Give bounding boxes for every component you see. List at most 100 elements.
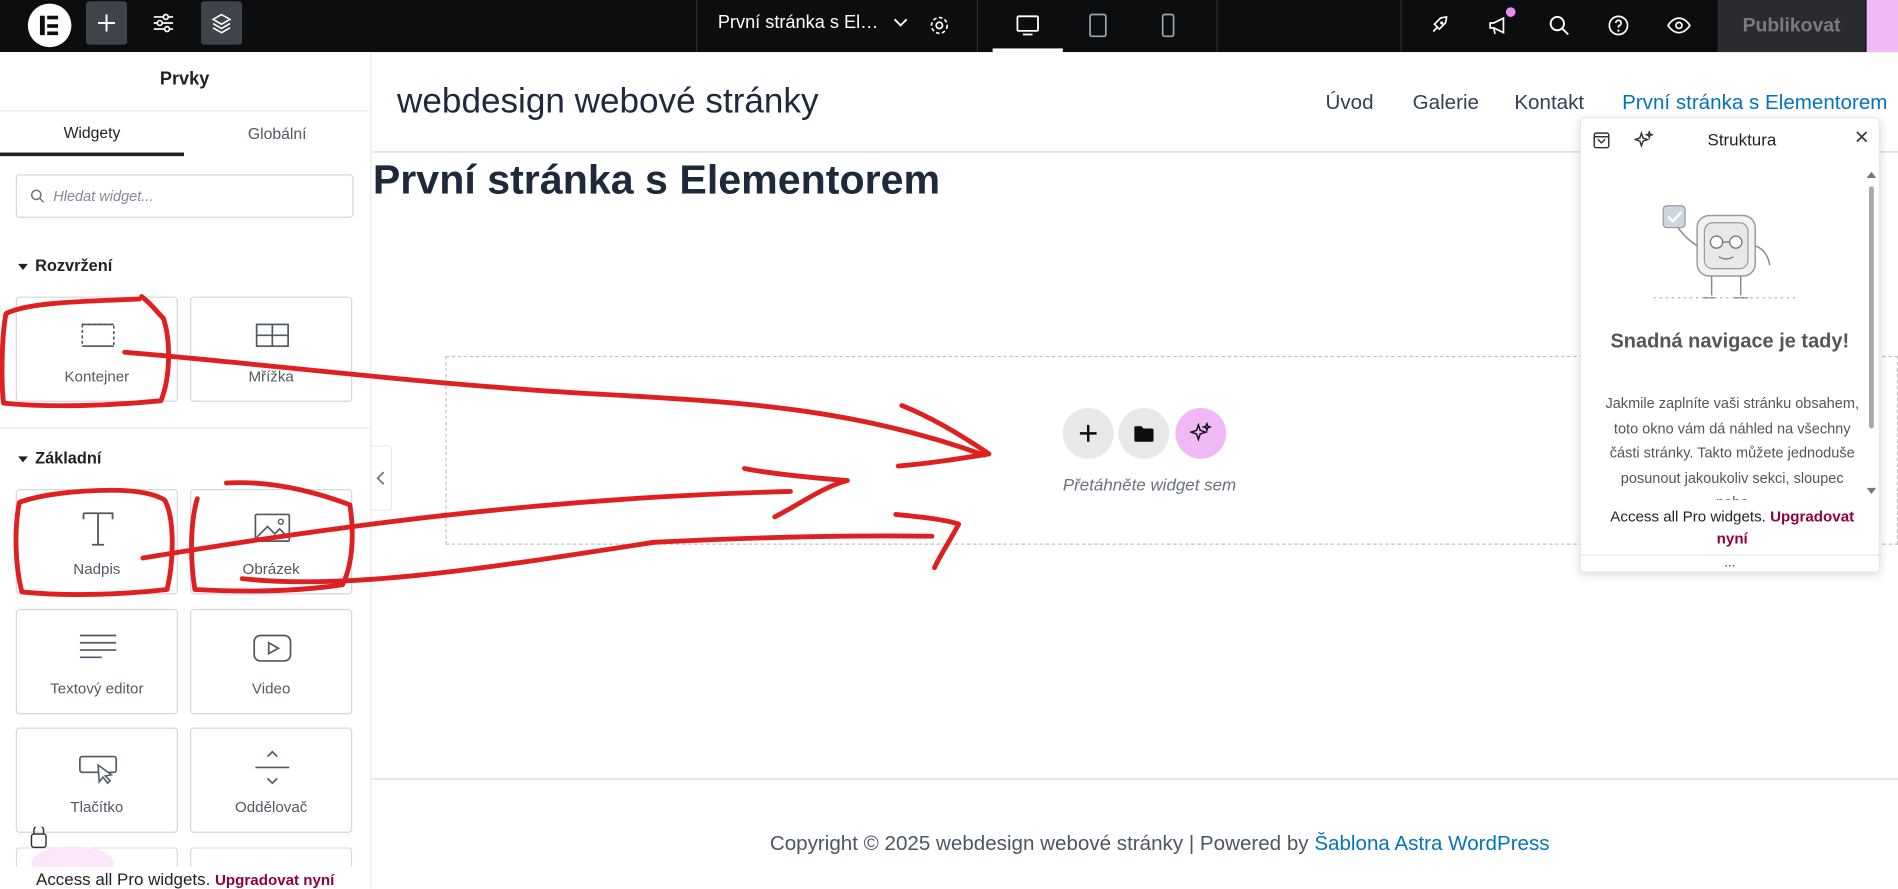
site-settings-button[interactable]: [143, 1, 184, 45]
topbar-divider: [1400, 0, 1402, 53]
widget-label: Kontejner: [64, 367, 130, 385]
finder-button[interactable]: [1539, 4, 1580, 48]
widget-label: Tlačítko: [70, 798, 124, 816]
add-icon: [98, 14, 115, 32]
pro-text: Access all Pro widgets.: [36, 869, 211, 889]
section-basic-label: Základní: [35, 449, 102, 468]
rocket-icon: [1432, 16, 1448, 33]
editor-topbar: První stránka s El… Publikovat: [0, 0, 1898, 53]
tablet-icon: [1089, 13, 1107, 38]
tablet-view-button[interactable]: [1077, 4, 1118, 48]
widget-divider[interactable]: Oddělovač: [190, 727, 353, 833]
search-placeholder: Hledat widget...: [53, 187, 154, 205]
nav-item-home[interactable]: Úvod: [1325, 91, 1373, 115]
widget-container[interactable]: Kontejner: [15, 296, 178, 402]
grid-icon: [255, 323, 289, 348]
search-widget-input[interactable]: Hledat widget...: [15, 174, 354, 218]
navigator-robot-illustration: [1653, 205, 1799, 299]
widget-label: Obrázek: [242, 560, 300, 578]
structure-button[interactable]: [200, 1, 243, 45]
mobile-icon: [1161, 13, 1175, 38]
structure-title: Struktura: [1707, 129, 1777, 149]
structure-body: Jakmile zaplníte vaši stránku obsahem, t…: [1605, 394, 1859, 500]
desktop-view-button[interactable]: [1007, 4, 1048, 48]
chevron-left-icon: [376, 471, 385, 485]
tab-global[interactable]: Globální: [185, 111, 369, 156]
pro-text: Access all Pro widgets.: [1610, 508, 1766, 526]
page-settings-button[interactable]: [919, 4, 960, 48]
structure-heading: Snadná navigace je tady!: [1610, 330, 1850, 353]
search-icon: [1549, 15, 1569, 36]
nav-item-gallery[interactable]: Galerie: [1413, 91, 1479, 115]
pro-banner: Access all Pro widgets. Upgradovat nyní: [0, 866, 371, 889]
search-icon: [30, 189, 45, 203]
upgrade-link[interactable]: Upgradovat nyní: [215, 872, 334, 889]
drop-hint: Přetáhněte widget sem: [1062, 474, 1237, 494]
topbar-divider: [1216, 0, 1218, 53]
notification-dot: [1505, 7, 1516, 17]
settings-sliders-icon: [153, 13, 174, 33]
popup-pro-banner: Access all Pro widgets. Upgradovat nyní: [1598, 506, 1867, 550]
connect-button[interactable]: [1419, 4, 1460, 48]
footer-divider: [372, 778, 1898, 780]
container-icon: [81, 323, 115, 347]
add-icon: [1079, 424, 1097, 442]
publish-options-button[interactable]: [1866, 0, 1898, 53]
widget-heading[interactable]: Nadpis: [15, 489, 178, 595]
widget-image[interactable]: Obrázek: [190, 489, 353, 595]
image-icon: [254, 513, 291, 542]
popup-scrollbar[interactable]: [1866, 169, 1877, 496]
widget-video[interactable]: Video: [190, 608, 353, 715]
section-divider: [0, 427, 370, 429]
page-heading: První stránka s Elementorem: [372, 157, 941, 204]
widget-button[interactable]: Tlačítko: [15, 727, 178, 833]
site-title[interactable]: webdesign webové stránky: [397, 82, 818, 122]
tab-widgets[interactable]: Widgety: [0, 111, 184, 157]
active-device-indicator: [992, 48, 1063, 53]
widget-label: Oddělovač: [234, 798, 308, 816]
button-cursor-icon: [79, 755, 118, 785]
mobile-view-button[interactable]: [1148, 4, 1189, 48]
widget-label: Video: [251, 680, 291, 698]
whats-new-button[interactable]: [1479, 4, 1520, 48]
section-basic[interactable]: Základní: [18, 449, 101, 467]
caret-down-icon: [18, 263, 28, 270]
help-button[interactable]: [1598, 4, 1639, 48]
widget-label: Nadpis: [73, 560, 121, 578]
megaphone-icon: [1489, 16, 1505, 35]
elements-panel: Prvky Widgety Globální Hledat widget... …: [0, 52, 372, 889]
page-selector[interactable]: První stránka s El…: [718, 12, 908, 33]
add-element-button[interactable]: [85, 1, 128, 45]
nav-item-contact[interactable]: Kontakt: [1514, 91, 1584, 115]
elementor-logo-icon[interactable]: [27, 3, 72, 48]
more-options-icon[interactable]: ...: [1580, 554, 1879, 570]
panel-title: Prvky: [159, 68, 210, 90]
widget-text-editor[interactable]: Textový editor: [15, 608, 178, 715]
divider-icon: [255, 750, 290, 785]
add-template-button[interactable]: [1118, 407, 1170, 459]
publish-label: Publikovat: [1742, 15, 1841, 36]
preview-eye-icon: [1667, 17, 1691, 34]
ai-sparkle-icon: [1189, 422, 1212, 442]
section-layout[interactable]: Rozvržení: [18, 257, 112, 275]
page-name: První stránka s El…: [717, 12, 879, 33]
add-section-button[interactable]: [1062, 407, 1114, 459]
site-footer: Copyright © 2025 webdesign webové stránk…: [770, 832, 1550, 856]
publish-button[interactable]: Publikovat: [1717, 0, 1866, 53]
help-icon: [1608, 15, 1629, 36]
nav-item-current-page[interactable]: První stránka s Elementorem: [1622, 91, 1887, 115]
desktop-icon: [1016, 15, 1039, 36]
page-settings-gear-icon: [930, 16, 949, 35]
folder-icon: [1134, 425, 1154, 442]
close-icon[interactable]: [1854, 128, 1869, 150]
footer-theme-link[interactable]: Šablona Astra WordPress: [1314, 832, 1549, 855]
collapse-panel-button[interactable]: [371, 445, 393, 511]
widget-label: Textový editor: [50, 680, 144, 698]
topbar-divider: [696, 0, 698, 53]
widget-grid[interactable]: Mřížka: [190, 296, 353, 402]
chevron-down-icon: [893, 18, 908, 27]
heading-t-icon: [82, 512, 114, 546]
ai-generate-button[interactable]: [1175, 407, 1227, 459]
preview-button[interactable]: [1658, 4, 1699, 48]
panel-tabs: Widgety Globální: [0, 110, 370, 157]
